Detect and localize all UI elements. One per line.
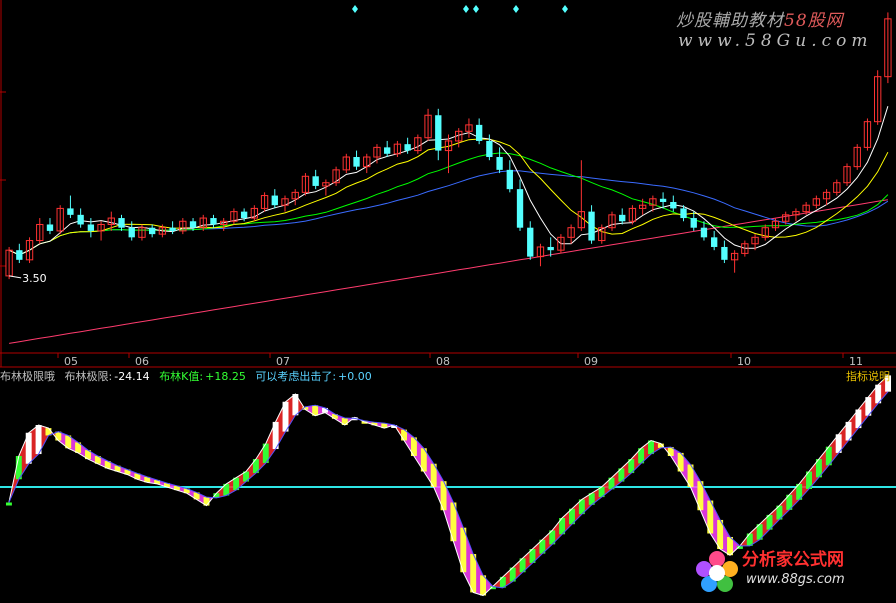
candle-body-70 [721,246,728,260]
candle-body-39 [404,144,411,151]
candle-body-14 [148,227,156,235]
candle-body-37 [384,147,391,154]
candle-body-66 [680,208,687,219]
x-label-09: 09 [584,355,598,368]
indicator-item3-value: +0.00 [338,370,372,383]
indicator-item1-value: -24.14 [114,370,150,383]
candle-body-7 [77,214,84,225]
signal-diamond-1 [463,5,469,13]
candle-body-1 [16,250,23,260]
watermark-title: 炒股輔助教材58股网 [676,6,844,31]
watermark-url: www.58Gu.com [678,31,873,51]
ma5-line [8,106,889,256]
indicator-name: 布林极限哦 [0,370,55,383]
indicator-header: 布林极限哦 布林极限: -24.14 布林K值: +18.25 可以考虑出击了: +0… [0,369,896,385]
candle-body-30 [312,176,319,186]
ind-bar-0 [5,502,12,506]
candle-body-53 [547,246,554,251]
indicator-item2-label: 布林K值: [159,370,204,383]
candle-body-49 [506,169,513,190]
logo-title: 分析家公式网 [742,550,844,570]
flower-logo-icon [696,551,738,592]
x-label-11: 11 [849,355,863,368]
x-label-07: 07 [276,355,290,368]
candle-body-26 [271,195,278,206]
x-label-05: 05 [64,355,78,368]
watermark-prefix: 炒股輔助教材 [676,11,784,31]
candle-body-11 [118,218,125,228]
candle-body-46 [475,124,483,141]
candle-body-68 [700,227,708,238]
candle-body-34 [353,157,360,167]
candle-body-48 [496,157,503,170]
candle-body-16 [169,227,176,231]
indicator-item3-label: 可以考虑出击了: [255,370,337,383]
chart-svg: 3.50 05 06 07 08 09 10 11 [0,0,896,597]
x-label-06: 06 [135,355,149,368]
ind-bar-47 [470,554,477,593]
signal-diamond-3 [513,5,519,13]
indicator-item2-value: +18.25 [205,370,246,383]
candle-body-20 [210,218,217,225]
candle-body-50 [516,189,524,228]
candle-body-12 [128,227,135,238]
candle-body-65 [670,201,677,209]
low-marker-line [9,275,22,279]
x-label-08: 08 [436,355,450,368]
low-marker-label: 3.50 [22,272,47,285]
candle-body-64 [659,198,667,202]
signal-diamond-0 [352,5,358,13]
candle-body-23 [240,211,248,219]
candle-body-8 [87,224,95,231]
indicator-item1-label: 布林极限: [64,370,113,383]
candle-body-18 [189,221,197,228]
candle-body-6 [67,208,74,215]
chart-stage: 3.50 05 06 07 08 09 10 11 [0,0,896,599]
signal-diamond-2 [473,5,479,13]
site-logo: 分析家公式网 www.88gs.com [690,545,890,595]
signal-diamond-4 [562,5,568,13]
ma60-line [8,170,889,256]
candle-body-69 [711,237,718,247]
watermark-highlight: 58股网 [784,11,844,31]
candle-body-57 [588,211,595,241]
candle-body-67 [690,218,697,228]
candle-body-47 [486,140,493,158]
ma120-line [9,199,888,344]
indicator-help-link[interactable]: 指标说明 [846,369,890,385]
candle-body-60 [619,214,626,222]
logo-url: www.88gs.com [746,572,845,587]
candle-body-4 [46,224,54,231]
candle-body-42 [435,115,442,151]
candle-body-51 [527,227,534,257]
x-label-10: 10 [737,355,751,368]
